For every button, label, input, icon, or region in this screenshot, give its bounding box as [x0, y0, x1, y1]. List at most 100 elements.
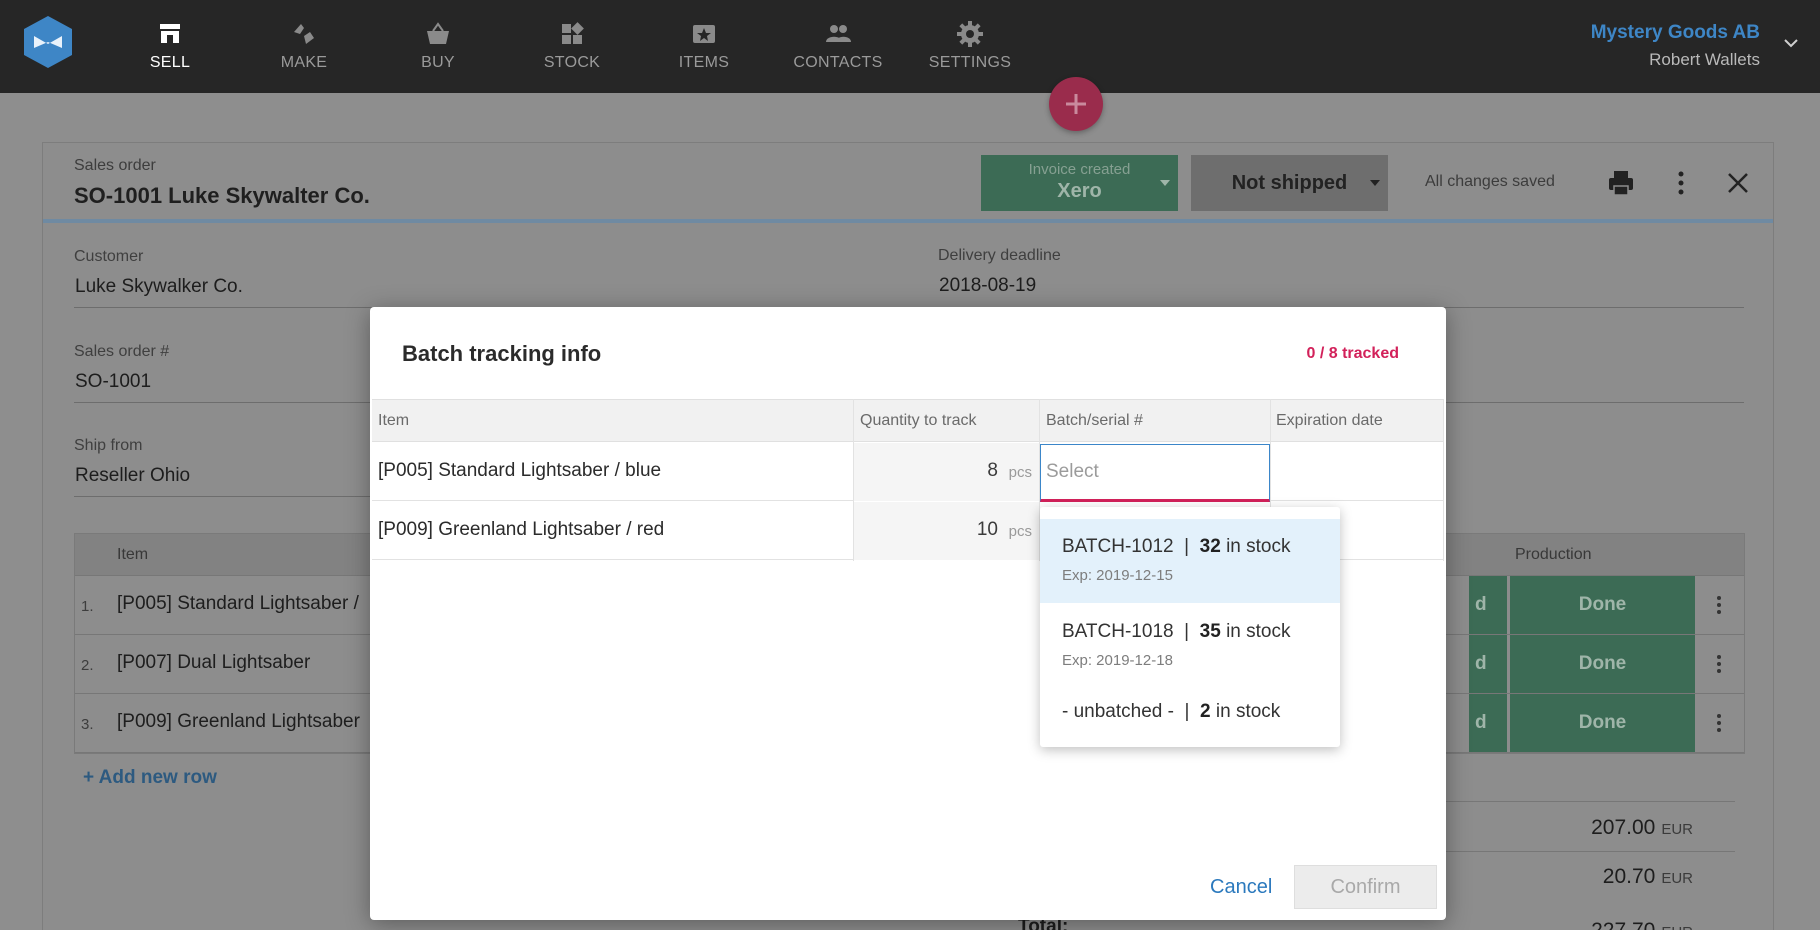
select-placeholder: Select [1046, 461, 1099, 482]
order-type-label: Sales order [74, 157, 156, 174]
batch-option[interactable]: BATCH-1012 | 32 in stock Exp: 2019-12-15 [1040, 519, 1340, 603]
row-item: [P009] Greenland Lightsaber / red [378, 519, 665, 540]
dialog-title: Batch tracking info [402, 341, 602, 366]
batch-tracking-dialog: Batch tracking info 0 / 8 tracked Item Q… [370, 307, 1446, 920]
tax-value: 20.70 EUR [1603, 865, 1693, 889]
items-icon [693, 25, 715, 43]
total-value: 227.70 EUR [1591, 919, 1693, 930]
row-number: 2. [81, 657, 94, 674]
batch-option[interactable]: BATCH-1018 | 35 in stock Exp: 2019-12-18 [1040, 603, 1340, 687]
column-divider [853, 399, 854, 561]
row-item: [P007] Dual Lightsaber [117, 652, 311, 673]
nav-buy-label: BUY [421, 54, 455, 71]
order-header: Sales order SO-1001 Luke Skywalter Co. I… [43, 143, 1773, 223]
total-amount: 227.70 [1591, 919, 1655, 930]
batch-select-input[interactable]: Select [1040, 444, 1270, 502]
print-icon[interactable] [1605, 167, 1637, 199]
nav-make-label: MAKE [280, 54, 328, 71]
contacts-icon [826, 25, 851, 42]
expiration-column-header: Expiration date [1276, 412, 1383, 429]
nav-items[interactable]: ITEMS [654, 20, 754, 72]
unit-label: pcs [1008, 464, 1032, 481]
batch-dropdown-menu: BATCH-1012 | 32 in stock Exp: 2019-12-15… [1040, 507, 1340, 747]
app-logo[interactable] [22, 14, 74, 70]
currency-label: EUR [1661, 924, 1693, 930]
save-status: All changes saved [1425, 173, 1555, 190]
cancel-button[interactable]: Cancel [1210, 876, 1272, 899]
production-status-button[interactable]: Done [1510, 576, 1695, 634]
batch-column-header: Batch/serial # [1046, 412, 1143, 429]
batch-name: BATCH-1012 [1062, 536, 1174, 557]
table-row: [P005] Standard Lightsaber / blue 8 pcs [372, 443, 1443, 501]
more-vert-icon[interactable] [1708, 653, 1730, 675]
caret-down-icon [1370, 180, 1380, 186]
invoice-target-text: Xero [1057, 180, 1102, 202]
column-divider [1443, 399, 1444, 561]
production-status-button[interactable]: Done [1510, 694, 1695, 752]
batch-table-header: Item Quantity to track Batch/serial # Ex… [372, 399, 1443, 442]
more-vert-icon[interactable] [1708, 712, 1730, 734]
quantity-cell: 8 pcs [854, 443, 1040, 501]
invoice-status-button[interactable]: Invoice created Xero [981, 155, 1178, 211]
row-number: 3. [81, 716, 94, 733]
nav-sell[interactable]: SELL [120, 20, 220, 72]
item-column-header: Item [378, 412, 410, 429]
thumbs-icon [294, 24, 314, 44]
stock-count: 2 [1200, 701, 1211, 722]
separator: | [1173, 621, 1200, 642]
row-item: [P005] Standard Lightsaber / [117, 593, 359, 614]
production-column-header: Production [1515, 546, 1592, 563]
customer-field[interactable]: Luke Skywalker Co. [75, 276, 243, 298]
close-icon[interactable] [1722, 167, 1754, 199]
customer-label: Customer [74, 248, 144, 265]
confirm-button[interactable]: Confirm [1294, 865, 1437, 909]
row-status-cell: d [1469, 576, 1507, 634]
ship-from-label: Ship from [74, 437, 143, 454]
unit-label: pcs [1008, 523, 1032, 540]
subtotal-amount: 207.00 [1591, 816, 1656, 839]
add-new-button[interactable] [1049, 77, 1103, 131]
batch-option[interactable]: - unbatched - | 2 in stock [1040, 687, 1340, 743]
order-title: SO-1001 Luke Skywalter Co. [74, 183, 370, 208]
nav-buy[interactable]: BUY [388, 20, 488, 72]
row-item: [P005] Standard Lightsaber / blue [378, 460, 662, 481]
stock-count: 35 [1199, 621, 1221, 642]
add-new-row-link[interactable]: + Add new row [83, 767, 217, 789]
subtotal-value: 207.00 EUR [1591, 816, 1693, 840]
production-status-button[interactable]: Done [1510, 635, 1695, 693]
user-name: Robert Wallets [1649, 50, 1760, 69]
order-number-field[interactable]: SO-1001 [75, 371, 151, 393]
store-icon [160, 24, 180, 43]
stock-suffix: in stock [1210, 701, 1281, 722]
currency-label: EUR [1661, 821, 1693, 838]
delivery-deadline-field[interactable]: 2018-08-19 [939, 275, 1036, 297]
shipping-status-button[interactable]: Not shipped [1191, 155, 1388, 211]
more-vert-icon[interactable] [1665, 167, 1697, 199]
caret-down-icon [1160, 180, 1170, 186]
nav-sell-label: SELL [149, 54, 191, 71]
stock-icon [562, 22, 584, 44]
chevron-down-icon[interactable] [1784, 36, 1798, 50]
batch-name: BATCH-1018 [1062, 621, 1174, 642]
nav-stock[interactable]: STOCK [522, 20, 622, 72]
option-expiration: Exp: 2019-12-15 [1062, 567, 1173, 584]
currency-label: EUR [1661, 870, 1693, 887]
nav-make[interactable]: MAKE [254, 20, 354, 72]
account-menu[interactable]: Mystery Goods AB Robert Wallets [1591, 22, 1760, 70]
nav-items-label: ITEMS [678, 54, 730, 71]
row-number: 1. [81, 598, 94, 615]
ship-from-field[interactable]: Reseller Ohio [75, 465, 190, 487]
row-status-cell: d [1469, 694, 1507, 752]
nav-stock-label: STOCK [543, 54, 601, 71]
quantity-cell: 10 pcs [854, 502, 1040, 560]
nav-settings-label: SETTINGS [928, 54, 1012, 71]
basket-icon [427, 22, 449, 44]
nav-contacts[interactable]: CONTACTS [788, 20, 888, 72]
row-status-cell: d [1469, 635, 1507, 693]
separator: | [1173, 701, 1201, 722]
stock-suffix: in stock [1220, 621, 1291, 642]
option-label: BATCH-1018 | 35 in stock [1062, 621, 1291, 643]
nav-settings[interactable]: SETTINGS [920, 20, 1020, 72]
more-vert-icon[interactable] [1708, 594, 1730, 616]
quantity-column-header: Quantity to track [860, 412, 977, 429]
